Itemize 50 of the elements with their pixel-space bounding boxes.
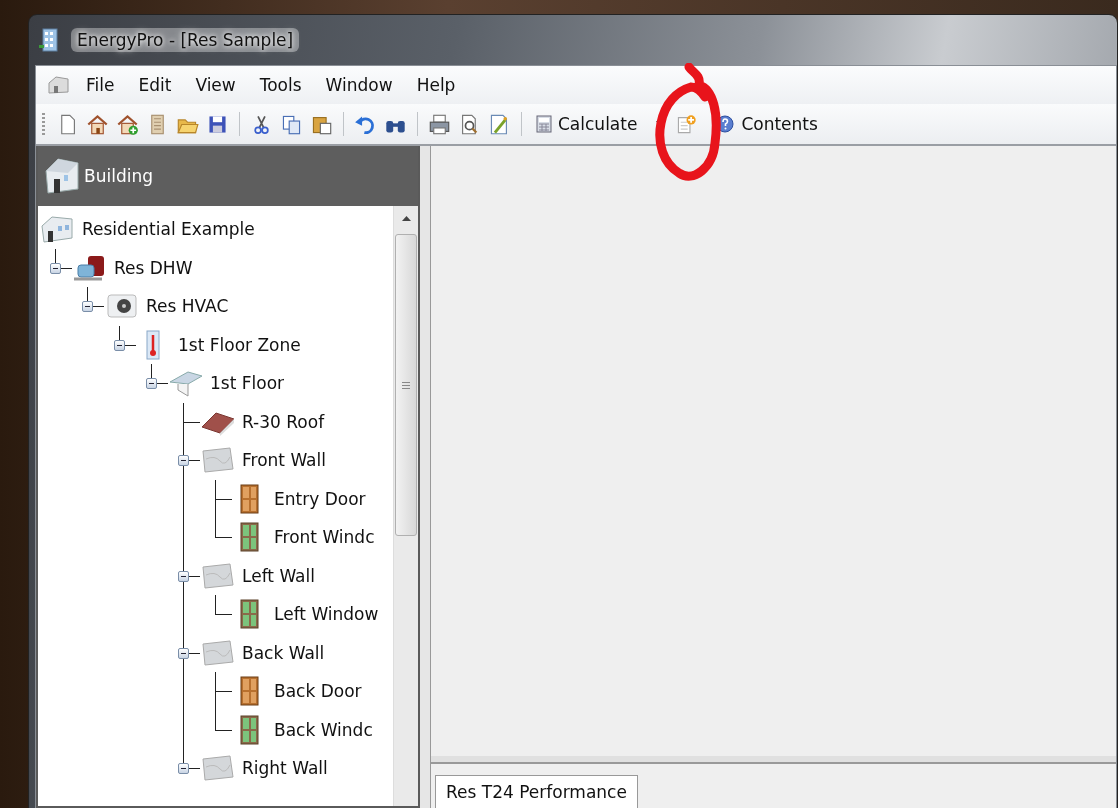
tree-item[interactable]: Right Wall [242,758,328,779]
wall-icon [200,560,236,591]
collapse-toggle[interactable] [82,301,93,313]
tree-item[interactable]: Back Wall [242,642,325,663]
collapse-toggle[interactable] [178,455,189,467]
vertical-scrollbar[interactable] [393,206,418,806]
wall-icon [200,445,236,476]
tree-item[interactable]: R-30 Roof [242,411,325,432]
menu-item[interactable]: Window [315,72,403,98]
collapse-toggle[interactable] [114,339,125,351]
calculator-icon [536,115,552,133]
collapse-toggle[interactable] [178,570,189,582]
scroll-up-icon[interactable] [401,216,411,222]
panel-title: Building [84,166,153,186]
tree-item[interactable]: 1st Floor Zone [178,334,301,355]
tree-item[interactable]: Res HVAC [146,296,229,317]
contents-button[interactable]: Contents [711,112,822,136]
tree-item[interactable]: 1st Floor [210,373,285,394]
tree-item[interactable]: Left Window [274,604,379,625]
tree-item[interactable]: Front Wall [242,450,326,471]
house-icon [40,214,76,245]
tree-item[interactable]: Residential Example [82,219,255,240]
building-icon [46,74,72,96]
scrollbar-thumb[interactable] [395,234,417,536]
tree-item[interactable]: Res DHW [114,257,193,278]
tree-item[interactable]: Entry Door [274,488,366,509]
toolbar-grip[interactable] [42,113,45,135]
house-add-icon[interactable] [116,112,139,136]
tree-item[interactable]: Front Windc [274,527,375,548]
wall-icon [200,637,236,668]
menu-item[interactable]: View [185,72,246,98]
menu-item[interactable]: Edit [128,72,182,98]
menu-item[interactable]: Help [406,72,466,98]
collapse-toggle[interactable] [178,647,189,659]
collapse-toggle[interactable] [146,378,157,390]
collapse-toggle[interactable] [50,262,61,274]
document-tab[interactable]: Res T24 Performance [435,775,638,808]
menu-item[interactable]: Tools [249,72,312,98]
building-icon [39,27,61,53]
tree-item[interactable]: Left Wall [242,565,315,586]
floor-icon [168,368,204,399]
printer-icon[interactable] [428,112,451,136]
house-icon [42,155,82,197]
calculate-button[interactable]: Calculate [532,112,642,136]
tree-item[interactable]: Back Door [274,681,362,702]
wall-icon [200,753,236,784]
collapse-toggle[interactable] [178,763,189,775]
tree-item[interactable]: Back Windc [274,719,373,740]
house-icon[interactable] [86,112,109,136]
menu-item[interactable]: File [76,72,125,98]
